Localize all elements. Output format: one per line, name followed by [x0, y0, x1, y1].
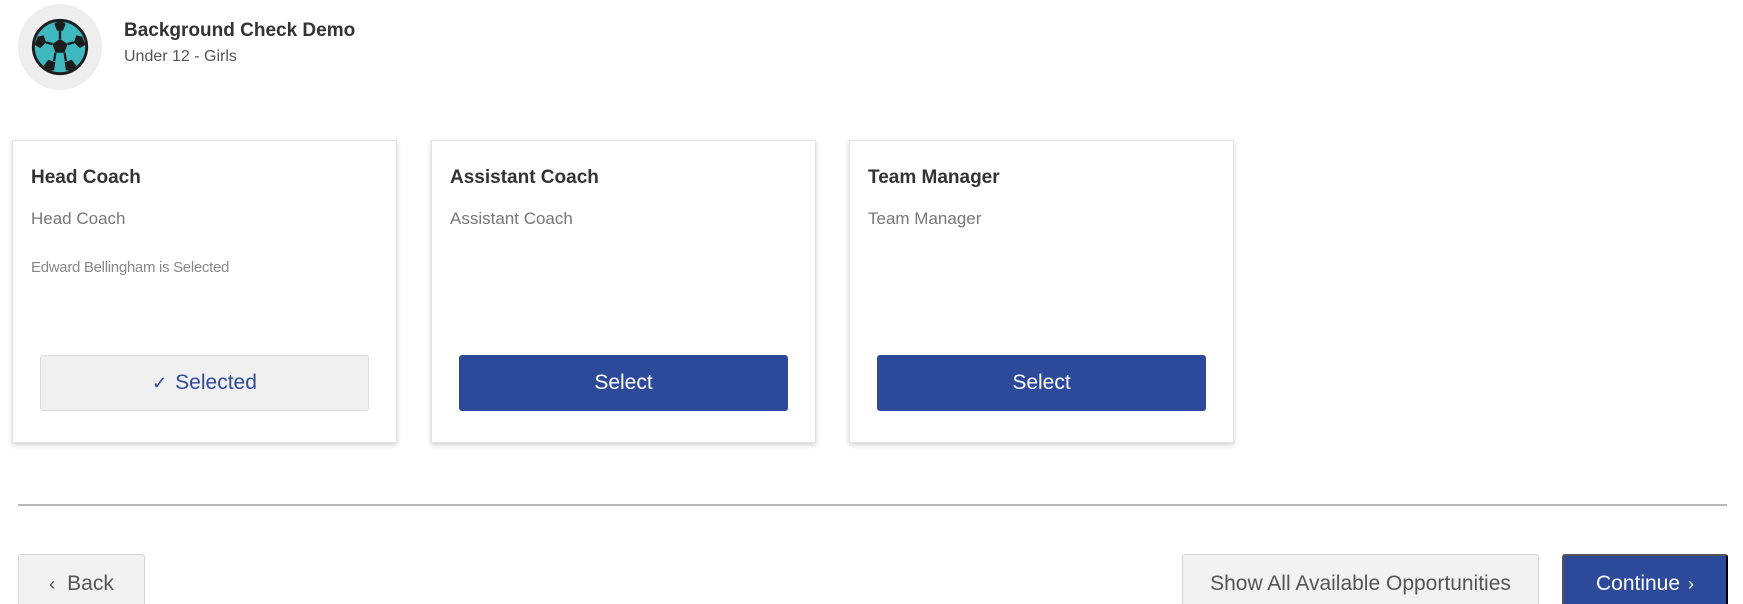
divider [18, 504, 1727, 506]
registration-page: Background Check Demo Under 12 - Girls H… [0, 0, 1743, 604]
role-title: Assistant Coach [450, 167, 599, 188]
role-card-assistant-coach: Assistant Coach Assistant Coach Select [431, 140, 816, 443]
back-button-label: Back [67, 572, 114, 595]
select-button[interactable]: Select [877, 355, 1206, 411]
continue-button-label: Continue [1595, 572, 1681, 595]
back-button[interactable]: ‹ Back [18, 554, 145, 604]
role-title: Head Coach [31, 167, 141, 188]
org-name: Background Check Demo [124, 20, 356, 41]
chevron-right-icon: › [1688, 573, 1695, 594]
show-all-opportunities-button[interactable]: Show All Available Opportunities [1182, 554, 1539, 604]
division-name: Under 12 - Girls [124, 48, 237, 65]
org-text: Background Check Demo Under 12 - Girls [124, 18, 355, 66]
selected-button[interactable]: ✓ Selected [40, 355, 369, 411]
role-card-head-coach: Head Coach Head Coach Edward Bellingham … [12, 140, 397, 443]
soccer-ball-icon [31, 18, 89, 76]
role-subtitle: Assistant Coach [450, 209, 573, 228]
continue-button[interactable]: Continue › [1562, 554, 1728, 604]
chevron-left-icon: ‹ [49, 573, 56, 594]
selection-note: Edward Bellingham is Selected [31, 259, 230, 276]
select-button[interactable]: Select [459, 355, 788, 411]
org-header: Background Check Demo Under 12 - Girls [18, 4, 355, 90]
role-title: Team Manager [868, 167, 1000, 188]
selected-button-label: Selected [175, 371, 257, 394]
role-card-team-manager: Team Manager Team Manager Select [849, 140, 1234, 443]
role-subtitle: Head Coach [31, 209, 126, 228]
org-logo [18, 4, 102, 90]
role-subtitle: Team Manager [868, 209, 982, 228]
check-icon: ✓ [152, 372, 168, 393]
